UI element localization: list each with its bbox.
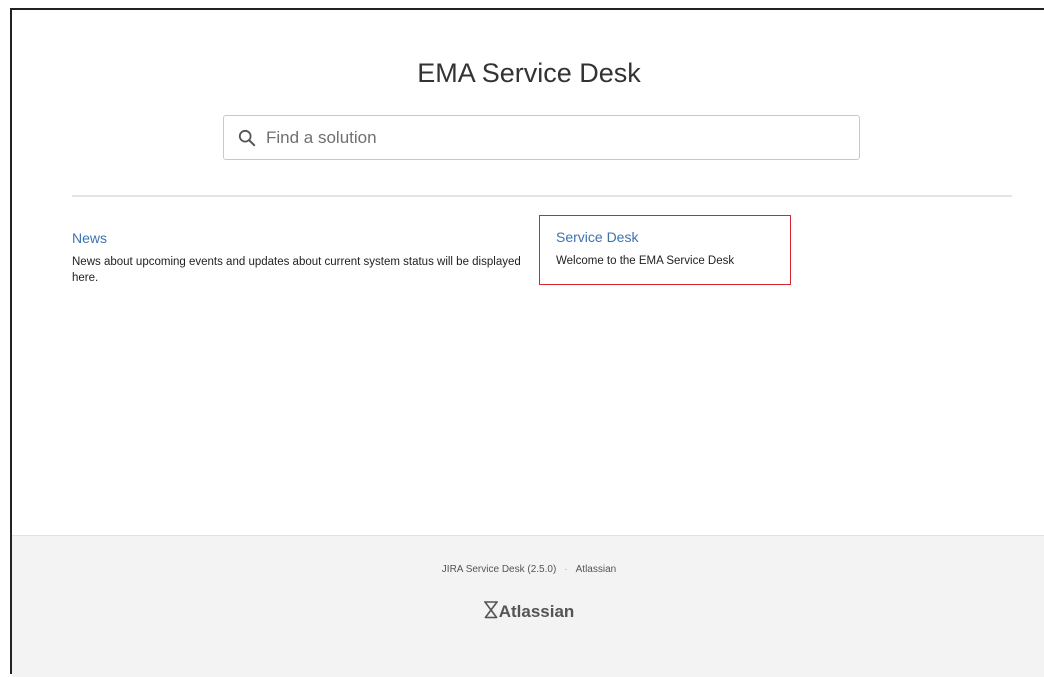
portal-card-service-desk: Service Desk Welcome to the EMA Service … bbox=[539, 215, 791, 285]
news-link[interactable]: News bbox=[72, 230, 107, 246]
search-icon bbox=[238, 129, 256, 146]
footer: JIRA Service Desk (2.5.0) · Atlassian Atla… bbox=[12, 535, 1044, 677]
page-title: EMA Service Desk bbox=[417, 58, 641, 88]
service-desk-link[interactable]: Service Desk bbox=[556, 229, 638, 245]
atlassian-logo-icon bbox=[483, 601, 498, 619]
atlassian-link[interactable]: Atlassian bbox=[576, 564, 617, 575]
service-desk-description: Welcome to the EMA Service Desk bbox=[556, 255, 735, 267]
footer-links: JIRA Service Desk (2.5.0) · Atlassian bbox=[12, 564, 1044, 575]
footer-product-version: JIRA Service Desk (2.5.0) bbox=[441, 564, 557, 575]
search-box[interactable] bbox=[223, 115, 860, 160]
news-description: News about upcoming events and updates a… bbox=[72, 256, 521, 284]
footer-separator: · bbox=[564, 564, 568, 575]
divider bbox=[72, 195, 1012, 197]
search-input[interactable] bbox=[264, 126, 828, 149]
atlassian-logo: Atlassian bbox=[12, 601, 1044, 622]
page-frame: EMA Service Desk News News about upcomin… bbox=[10, 8, 1044, 677]
portal-card-news: News News about upcoming events and upda… bbox=[72, 230, 532, 286]
atlassian-logo-text: Atlassian bbox=[498, 602, 575, 621]
